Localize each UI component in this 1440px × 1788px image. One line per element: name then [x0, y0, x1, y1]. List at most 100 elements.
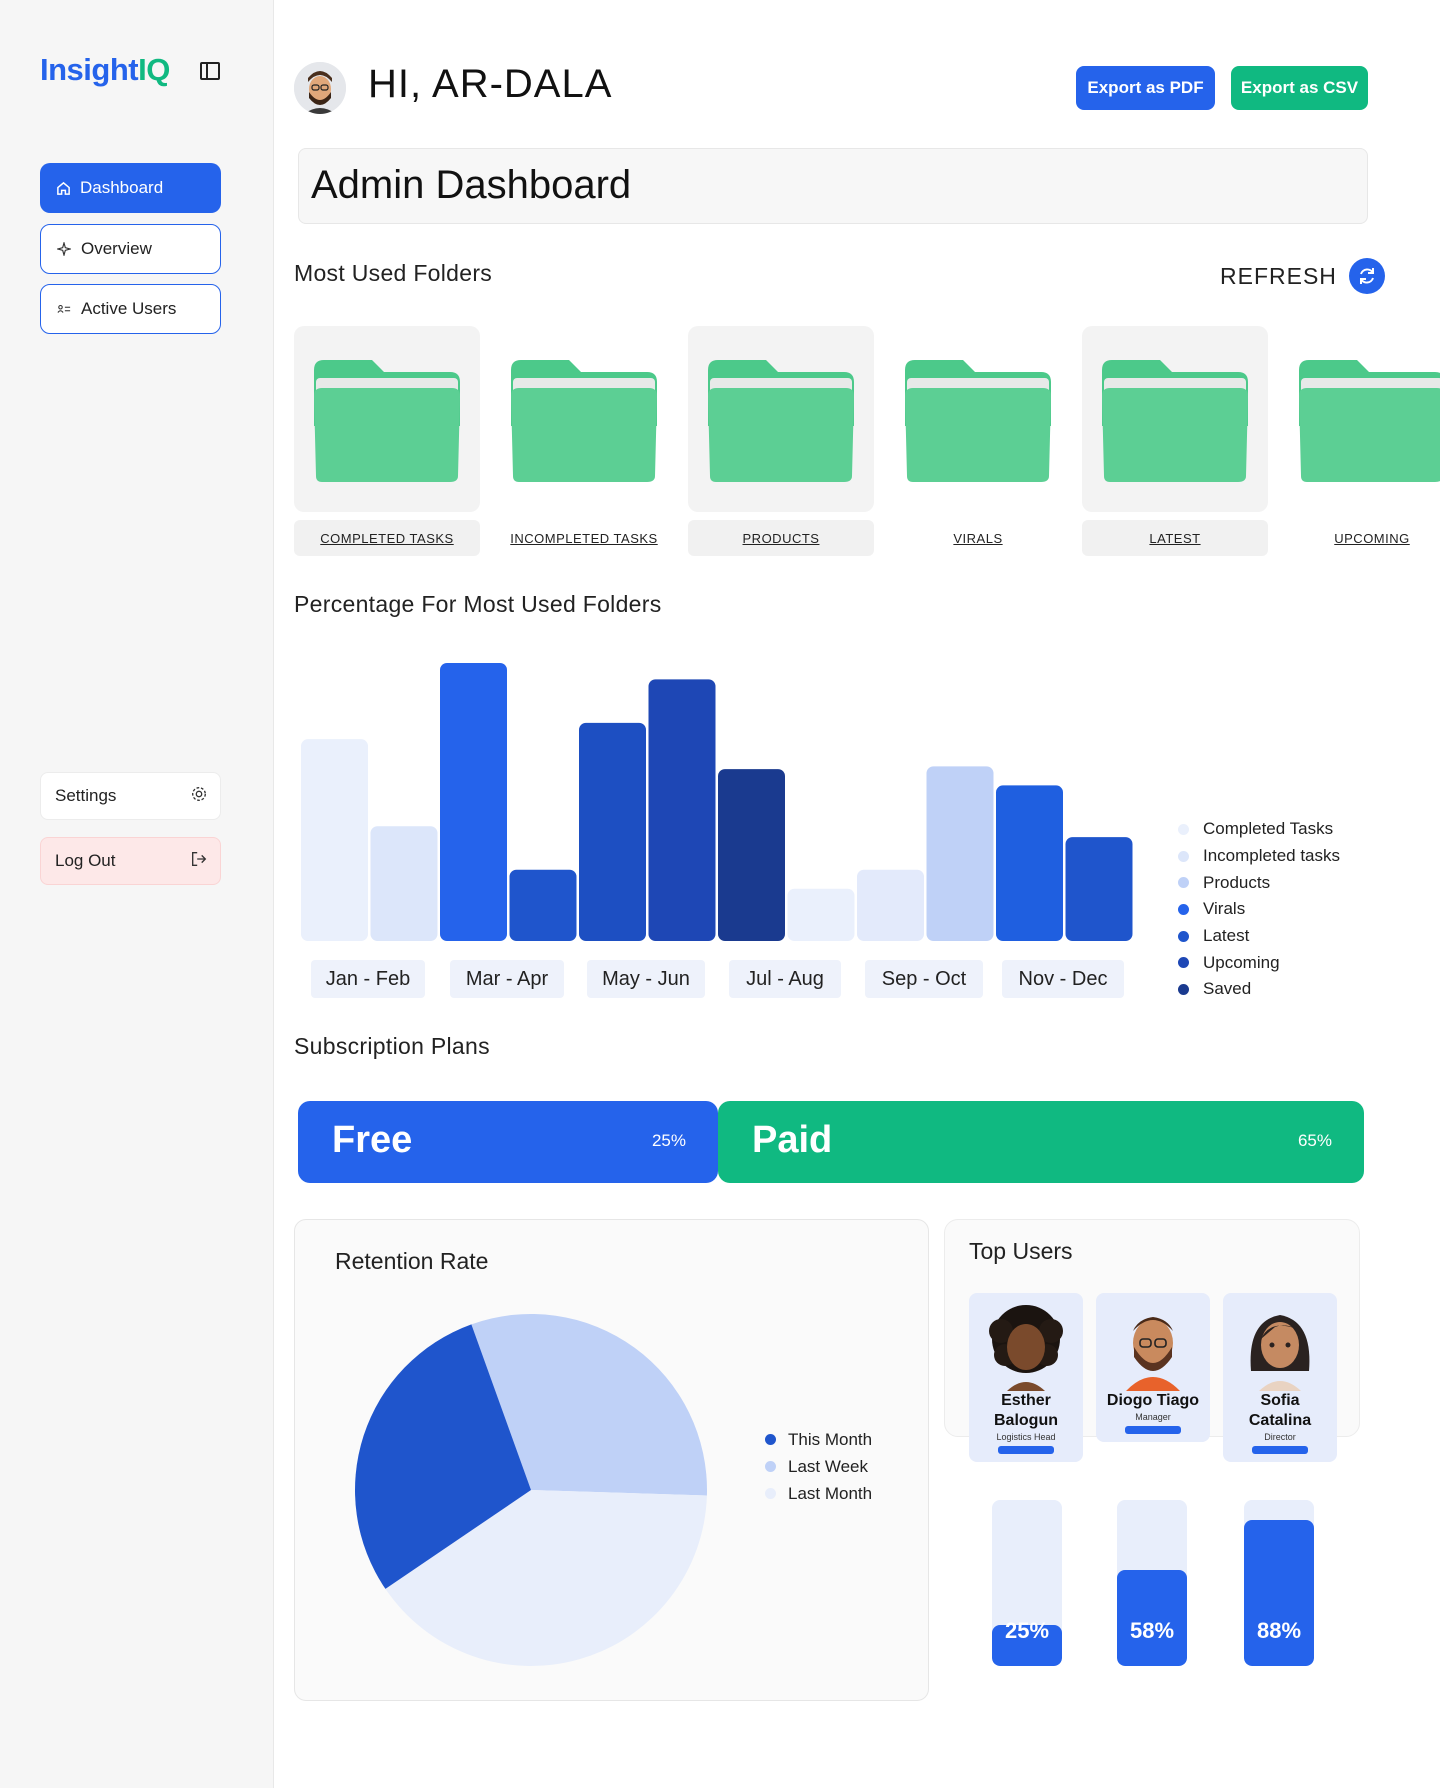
legend-item[interactable]: Saved — [1178, 976, 1340, 1003]
user-card-esther[interactable]: Esther Balogun Logistics Head — [969, 1293, 1083, 1462]
legend-item[interactable]: Latest — [1178, 923, 1340, 950]
refresh-label: REFRESH — [1220, 262, 1337, 289]
user-role: Logistics Head — [996, 1432, 1056, 1442]
refresh-button[interactable]: REFRESH — [1220, 258, 1385, 294]
legend-label: Latest — [1203, 926, 1250, 946]
legend-label: Products — [1203, 872, 1271, 892]
legend-item[interactable]: Last Week — [765, 1453, 872, 1480]
chart-legend: Completed Tasks Incompleted tasks Products… — [1178, 816, 1340, 1003]
sidebar-item-label: Overview — [81, 239, 152, 258]
folder-label: PRODUCTS — [688, 520, 874, 556]
x-tick-label: May - Jun — [587, 960, 705, 998]
legend-label: Completed Tasks — [1203, 819, 1334, 839]
sidebar-collapse-icon[interactable] — [200, 62, 220, 80]
export-pdf-button[interactable]: Export as PDF — [1076, 66, 1215, 110]
sidebar-item-label: Active Users — [81, 299, 177, 318]
x-tick-label: Sep - Oct — [865, 960, 983, 998]
chart-bar — [648, 679, 716, 941]
chart-bar — [926, 766, 994, 941]
subscription-paid-bar[interactable]: Paid 65% — [718, 1101, 1364, 1183]
export-csv-button[interactable]: Export as CSV — [1231, 66, 1368, 110]
folder-products[interactable]: PRODUCTS — [688, 326, 874, 556]
user-card-diogo[interactable]: Diogo Tiago Manager — [1096, 1293, 1210, 1442]
sidebar-item-dashboard[interactable]: Dashboard — [40, 163, 221, 213]
chart-bar — [787, 888, 855, 941]
legend-item[interactable]: Upcoming — [1178, 949, 1340, 976]
folder-label: VIRALS — [953, 530, 1003, 546]
legend-label: Last Week — [788, 1456, 869, 1476]
svg-text:Nov - Dec: Nov - Dec — [1019, 968, 1108, 990]
subscription-section-title: Subscription Plans — [294, 1033, 490, 1059]
folder-incompleted-tasks[interactable]: INCOMPLETED TASKS — [491, 326, 677, 556]
legend-dot — [765, 1488, 776, 1499]
user-role: Manager — [1135, 1412, 1171, 1422]
folder-icon — [708, 360, 854, 482]
sidebar: InsightIQ Dashboard Overview Active User… — [0, 0, 274, 1788]
legend-dot — [1178, 823, 1189, 835]
x-tick-label: Nov - Dec — [1002, 960, 1124, 998]
legend-dot — [1178, 877, 1189, 889]
x-tick-label: Mar - Apr — [450, 960, 564, 998]
svg-text:Jan - Feb: Jan - Feb — [326, 968, 410, 990]
legend-item[interactable]: Virals — [1178, 896, 1340, 923]
progress-label: 58% — [1129, 1618, 1175, 1643]
legend-dot — [1178, 957, 1189, 969]
subscription-paid-label: Paid — [752, 1119, 833, 1161]
retention-legend: This Month Last Week Last Month — [765, 1426, 872, 1507]
sidebar-item-label: Dashboard — [80, 178, 164, 197]
folder-label: INCOMPLETED TASKS — [510, 530, 658, 546]
legend-dot — [1178, 850, 1189, 862]
user-name: Diogo Tiago — [1106, 1392, 1200, 1409]
home-icon — [54, 181, 72, 196]
logout-button[interactable]: Log Out — [40, 837, 221, 885]
x-tick-label: Jul - Aug — [729, 960, 841, 998]
legend-item[interactable]: Incompleted tasks — [1178, 843, 1340, 870]
legend-item[interactable]: Last Month — [765, 1480, 872, 1507]
folder-virals[interactable]: VIRALS — [885, 326, 1071, 556]
folders-section-title: Most Used Folders — [294, 260, 493, 286]
refresh-icon — [1348, 258, 1385, 294]
folder-upcoming[interactable]: UPCOMING — [1279, 326, 1440, 556]
user-avatar[interactable] — [294, 62, 346, 114]
retention-title: Retention Rate — [335, 1248, 489, 1274]
user-name: Sofia Catalina — [1248, 1392, 1312, 1429]
chart-section-title: Percentage For Most Used Folders — [294, 591, 662, 617]
page-title: Admin Dashboard — [298, 148, 1368, 224]
legend-dot — [1178, 930, 1189, 942]
legend-item[interactable]: Products — [1178, 869, 1340, 896]
chart-bar — [301, 739, 368, 941]
folder-icon — [1102, 360, 1248, 482]
legend-dot — [1178, 983, 1189, 995]
logout-label: Log Out — [55, 851, 116, 870]
svg-text:Sep - Oct: Sep - Oct — [882, 968, 967, 990]
legend-dot — [1178, 903, 1189, 915]
avatar — [1235, 1301, 1325, 1391]
user-progress-diogo: 58% — [1117, 1500, 1187, 1666]
folder-completed-tasks[interactable]: COMPLETED TASKS — [294, 326, 480, 556]
x-tick-label: Jan - Feb — [311, 960, 425, 998]
legend-item[interactable]: This Month — [765, 1426, 872, 1453]
retention-card: Retention Rate This Month Last Week Last M… — [294, 1219, 929, 1701]
subscription-free-bar[interactable]: Free 25% — [298, 1101, 718, 1183]
chart-bar — [857, 869, 924, 941]
chart-bar — [718, 769, 785, 941]
legend-dot — [765, 1461, 776, 1472]
app-logo[interactable]: InsightIQ — [40, 52, 170, 88]
settings-button[interactable]: Settings — [40, 772, 221, 820]
subscription-free-label: Free — [332, 1119, 413, 1161]
folder-label: COMPLETED TASKS — [294, 520, 480, 556]
chart-bar — [1065, 837, 1133, 941]
chart-bar — [509, 869, 577, 941]
progress-label: 88% — [1256, 1618, 1302, 1643]
user-card-sofia[interactable]: Sofia Catalina Director — [1223, 1293, 1337, 1462]
chart-bar — [370, 826, 438, 941]
sidebar-item-overview[interactable]: Overview — [40, 224, 221, 274]
legend-label: Virals — [1203, 899, 1246, 919]
user-tag — [1252, 1446, 1308, 1454]
user-name: Esther Balogun — [994, 1392, 1058, 1429]
legend-label: Incompleted tasks — [1203, 846, 1341, 866]
legend-item[interactable]: Completed Tasks — [1178, 816, 1340, 843]
folder-latest[interactable]: LATEST — [1082, 326, 1268, 556]
sidebar-item-active-users[interactable]: Active Users — [40, 284, 221, 334]
gear-icon — [190, 785, 208, 808]
